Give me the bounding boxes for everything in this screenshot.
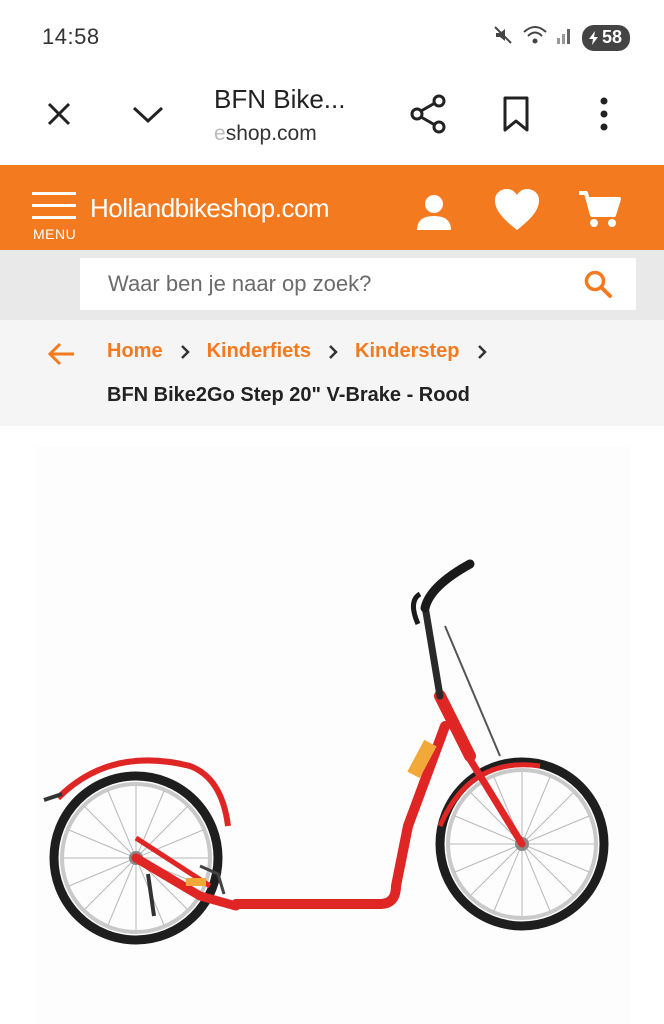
red-kick-scooter-illustration — [36, 446, 630, 1024]
chevron-right-icon — [179, 344, 191, 360]
chevron-down-icon[interactable] — [126, 95, 170, 133]
product-image[interactable] — [0, 426, 664, 1024]
page-domain: eshop.com — [214, 122, 317, 145]
page-title: BFN Bike... — [214, 84, 346, 114]
status-bar: 14:58 58 — [0, 0, 664, 76]
breadcrumb-area — [0, 320, 664, 426]
signal-icon — [556, 24, 574, 51]
breadcrumb-kinderstep[interactable]: Kinderstep — [355, 340, 459, 363]
close-icon[interactable] — [40, 95, 78, 133]
breadcrumb-kinderfiets[interactable]: Kinderfiets — [207, 340, 311, 363]
battery-icon: 58 — [581, 24, 630, 51]
site-logo[interactable]: Hollandbikeshop.com — [90, 193, 330, 224]
mute-icon — [492, 24, 514, 51]
breadcrumb: Home Kinderfiets Kinderstep — [107, 340, 504, 363]
search-icon[interactable] — [580, 268, 616, 300]
share-icon[interactable] — [406, 92, 450, 136]
status-icons: 58 — [492, 24, 630, 51]
hamburger-icon — [32, 192, 76, 219]
breadcrumb-current: BFN Bike2Go Step 20" V-Brake - Rood — [107, 384, 470, 406]
status-time: 14:58 — [42, 24, 100, 49]
search-box — [80, 258, 636, 310]
chevron-right-icon — [327, 344, 339, 360]
breadcrumb-home[interactable]: Home — [107, 340, 163, 363]
back-arrow-icon[interactable] — [44, 338, 78, 370]
menu-label: MENU — [33, 226, 77, 242]
wishlist-heart-icon[interactable] — [492, 186, 542, 234]
cart-icon[interactable] — [576, 190, 624, 230]
battery-level: 58 — [601, 27, 622, 47]
more-icon[interactable] — [588, 92, 620, 136]
chevron-right-icon — [476, 344, 488, 360]
wifi-icon — [522, 24, 548, 51]
bookmark-icon[interactable] — [496, 92, 536, 136]
search-input[interactable] — [80, 258, 570, 310]
account-icon[interactable] — [412, 190, 456, 234]
